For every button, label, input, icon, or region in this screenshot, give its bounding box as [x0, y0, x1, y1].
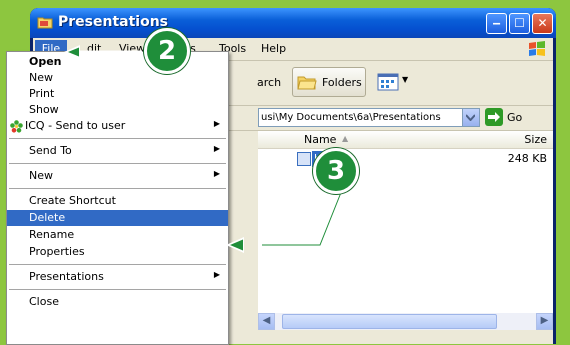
- menu-separator: [9, 138, 226, 139]
- chevron-down-icon: [466, 114, 475, 121]
- scroll-thumb[interactable]: [282, 314, 497, 329]
- folders-icon: [297, 76, 317, 90]
- file-size: 248 KB: [507, 152, 547, 165]
- file-icon: [297, 152, 311, 166]
- folders-label: Folders: [322, 76, 362, 89]
- go-label[interactable]: Go: [507, 111, 522, 124]
- title-bar[interactable]: Presentations ‒ ☐ ✕: [30, 8, 556, 38]
- menu-separator: [9, 264, 226, 265]
- minimize-button[interactable]: ‒: [486, 13, 507, 34]
- icq-flower-icon: [10, 120, 23, 133]
- folder-icon: [37, 17, 53, 29]
- horizontal-scrollbar[interactable]: ◀ ▶: [258, 313, 553, 330]
- search-button[interactable]: arch: [257, 76, 281, 89]
- menu-item-show[interactable]: Show: [7, 102, 228, 118]
- submenu-arrow-icon: ▶: [213, 169, 220, 178]
- callout-badge-3: 3: [313, 148, 359, 194]
- window-title: Presentations: [58, 14, 169, 30]
- menu-item-new-submenu[interactable]: New ▶: [7, 168, 228, 184]
- menu-item-properties[interactable]: Properties: [7, 244, 228, 260]
- file-list: Name ▲ Size healt 248 KB ◀ ▶: [258, 131, 553, 344]
- submenu-arrow-icon: ▶: [213, 119, 220, 128]
- column-header-size[interactable]: Size: [524, 133, 547, 146]
- views-icon: [377, 73, 399, 91]
- menu-separator: [9, 163, 226, 164]
- close-button[interactable]: ✕: [532, 13, 553, 34]
- menu-item-close[interactable]: Close: [7, 294, 228, 310]
- scroll-left-button[interactable]: ◀: [258, 313, 275, 330]
- address-input[interactable]: usi\My Documents\6a\Presentations: [258, 108, 480, 127]
- menu-item-open[interactable]: Open: [7, 54, 228, 70]
- address-path: usi\My Documents\6a\Presentations: [261, 112, 441, 123]
- menu-separator: [9, 289, 226, 290]
- list-header: Name ▲ Size: [258, 131, 553, 149]
- menu-item-create-shortcut[interactable]: Create Shortcut: [7, 193, 228, 209]
- scroll-right-button[interactable]: ▶: [536, 313, 553, 330]
- submenu-arrow-icon: ▶: [213, 144, 220, 153]
- address-dropdown-button[interactable]: [462, 109, 479, 126]
- status-bar: [258, 330, 553, 344]
- go-button[interactable]: [485, 108, 503, 126]
- folders-button[interactable]: Folders: [292, 67, 366, 97]
- menu-item-icq-send[interactable]: ICQ - Send to user ▶: [7, 118, 228, 134]
- column-header-name[interactable]: Name: [304, 133, 336, 146]
- menu-item-print[interactable]: Print: [7, 86, 228, 102]
- menu-separator: [9, 188, 226, 189]
- sort-ascending-icon: ▲: [342, 134, 349, 143]
- menu-item-send-to[interactable]: Send To ▶: [7, 143, 228, 159]
- arrow-right-icon: [488, 112, 500, 122]
- menu-item-presentations[interactable]: Presentations ▶: [7, 269, 228, 285]
- menu-help[interactable]: Help: [261, 42, 286, 55]
- menu-item-delete[interactable]: Delete: [7, 210, 228, 226]
- menu-item-new[interactable]: New: [7, 70, 228, 86]
- submenu-arrow-icon: ▶: [213, 270, 220, 279]
- windows-logo-icon: [529, 41, 545, 56]
- views-button[interactable]: ▼: [377, 71, 413, 93]
- menu-item-rename[interactable]: Rename: [7, 227, 228, 243]
- callout-badge-2: 2: [144, 28, 190, 74]
- chevron-down-icon: ▼: [402, 75, 409, 84]
- file-menu-dropdown: Open New Print Show ICQ - Send to user ▶…: [6, 51, 229, 345]
- maximize-button[interactable]: ☐: [509, 13, 530, 34]
